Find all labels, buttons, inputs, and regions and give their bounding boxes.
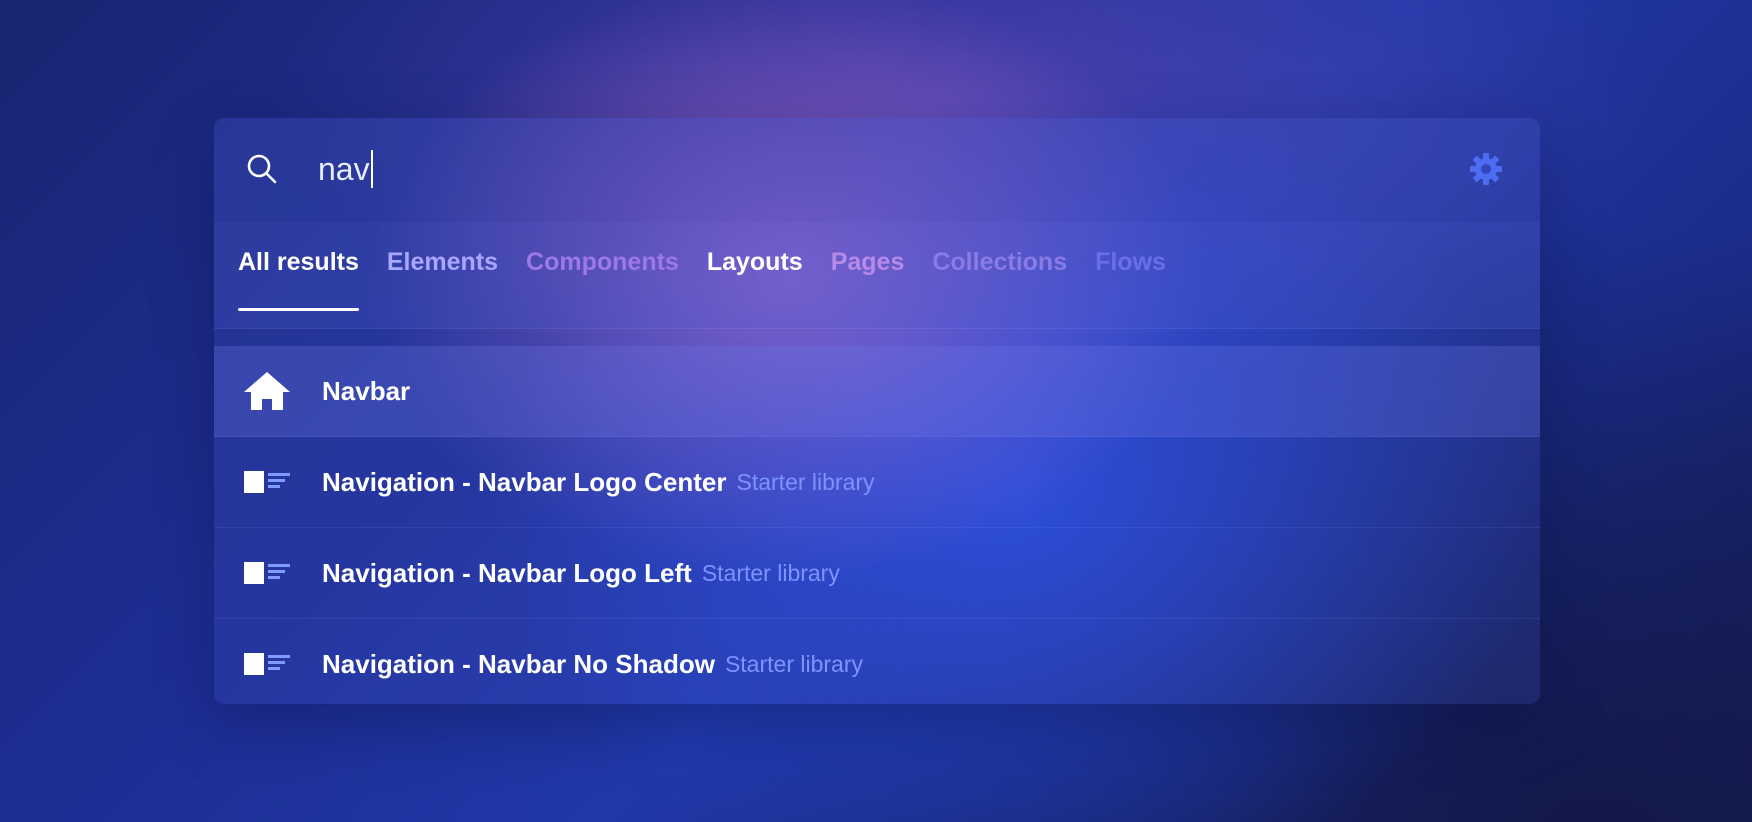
tab-flows[interactable]: Flows bbox=[1095, 222, 1166, 277]
result-title: Navigation - Navbar No Shadow bbox=[322, 648, 715, 679]
tab-label: Elements bbox=[386, 248, 499, 276]
tab-label: Layouts bbox=[706, 248, 803, 276]
search-input[interactable]: nav bbox=[318, 146, 373, 192]
result-title: Navigation - Navbar Logo Left bbox=[322, 557, 692, 588]
result-source: Starter library bbox=[701, 559, 840, 586]
layout-block-icon bbox=[242, 644, 292, 684]
result-item[interactable]: Navbar bbox=[214, 346, 1540, 437]
tab-collections[interactable]: Collections bbox=[932, 222, 1067, 277]
result-source: Starter library bbox=[724, 650, 863, 677]
tab-label: Pages bbox=[830, 248, 905, 276]
tab-label: All results bbox=[238, 248, 359, 276]
tab-list: All results Elements Components Layouts … bbox=[238, 222, 1194, 328]
tab-pages[interactable]: Pages bbox=[831, 222, 905, 277]
result-title: Navigation - Navbar Logo Center bbox=[322, 466, 727, 497]
layout-block-icon bbox=[242, 553, 292, 593]
tab-label: Flows bbox=[1095, 248, 1166, 276]
search-query: nav bbox=[318, 150, 370, 187]
command-palette: nav All results Elements Components Layo… bbox=[214, 118, 1540, 704]
result-item[interactable]: Navigation - Navbar No Shadow Starter li… bbox=[214, 619, 1540, 704]
result-item[interactable]: Navigation - Navbar Logo Left Starter li… bbox=[214, 528, 1540, 619]
filter-tabs: All results Elements Components Layouts … bbox=[214, 222, 1540, 329]
tab-layouts[interactable]: Layouts bbox=[707, 222, 803, 277]
divider bbox=[214, 328, 1540, 329]
home-icon bbox=[242, 371, 292, 411]
gear-icon[interactable] bbox=[1468, 151, 1504, 187]
tab-components[interactable]: Components bbox=[526, 222, 679, 277]
tab-elements[interactable]: Elements bbox=[387, 222, 498, 277]
result-title: Navbar bbox=[322, 375, 411, 406]
results-list: Navbar Navigation - Navbar Logo Center S… bbox=[214, 346, 1540, 704]
tab-all-results[interactable]: All results bbox=[238, 222, 359, 311]
result-source: Starter library bbox=[736, 468, 875, 495]
text-caret bbox=[370, 150, 373, 188]
tab-label: Collections bbox=[932, 248, 1068, 276]
search-bar: nav bbox=[214, 118, 1540, 222]
result-item[interactable]: Navigation - Navbar Logo Center Starter … bbox=[214, 437, 1540, 528]
layout-block-icon bbox=[242, 462, 292, 502]
tab-label: Components bbox=[526, 248, 679, 276]
search-icon bbox=[244, 151, 280, 187]
